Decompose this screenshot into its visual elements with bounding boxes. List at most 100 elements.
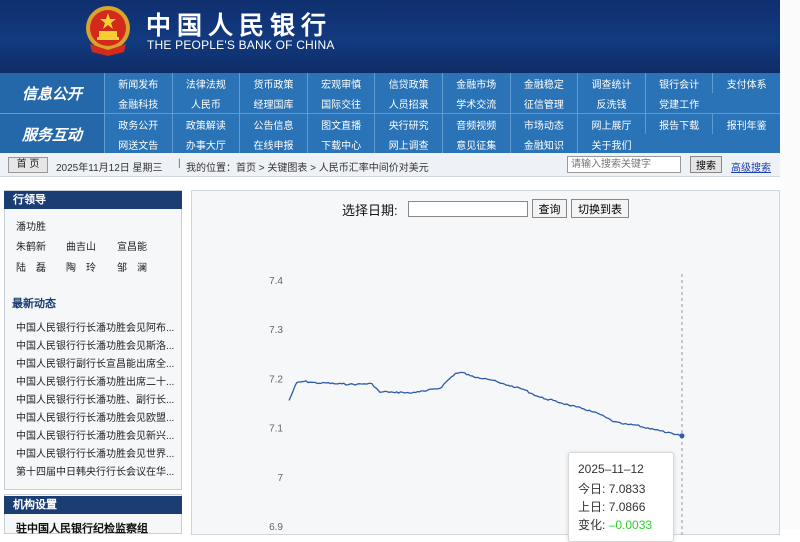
hover-point-marker — [679, 433, 685, 439]
nav-item-row2[interactable]: 音频视频 — [441, 114, 510, 134]
nav-item-row2[interactable]: 央行研究 — [374, 114, 442, 134]
main-navigation: 信息公开 新闻发布 法律法规 货币政策 宏观审慎 信贷政策 金融市场 金融稳定 调查统计 银行会… — [0, 73, 780, 154]
leader-name[interactable]: 曲吉山 — [66, 238, 96, 253]
switch-to-table-button[interactable]: 切换到表 — [571, 199, 629, 218]
news-item[interactable]: 第十四届中日韩央行行长会议在华... — [16, 463, 174, 478]
nav-item-row2[interactable]: 意见征集 — [441, 134, 510, 154]
y-tick-label: 6.9 — [269, 522, 283, 533]
nav-item-row2[interactable]: 政策解读 — [171, 114, 240, 134]
nav-item-row1[interactable]: 征信管理 — [509, 93, 578, 113]
leader-name[interactable]: 潘功胜 — [16, 218, 46, 233]
tooltip-prev: 上日: 7.0866 — [578, 498, 645, 515]
y-tick-label: 7 — [277, 473, 283, 484]
search-button[interactable]: 搜索 — [690, 156, 722, 173]
query-button[interactable]: 查询 — [532, 199, 567, 218]
nav-row-service: 服务互动 政务公开 政策解读 公告信息 图文直播 央行研究 音频视频 市场动态 网上展厅 报告下… — [0, 113, 780, 154]
nav-item-row1[interactable]: 银行会计 — [644, 73, 713, 93]
leader-name[interactable]: 陶 玲 — [66, 259, 96, 274]
news-item[interactable]: 中国人民银行行长潘功胜会见斯洛... — [16, 337, 174, 352]
date-select-label: 选择日期: — [342, 203, 398, 218]
nav-item-row1[interactable]: 新闻发布 — [104, 73, 172, 93]
exchange-rate-chart[interactable]: 6.9 7 7.1 7.2 7.3 7.4 — [191, 230, 780, 535]
tooltip-change-label: 变化: — [578, 518, 606, 532]
nav-item-row1[interactable]: 人员招录 — [374, 93, 442, 113]
nav-item-row2[interactable]: 政务公开 — [104, 114, 172, 134]
org-link[interactable]: 驻中国人民银行纪检监察组 — [16, 520, 148, 536]
news-item[interactable]: 中国人民银行行长潘功胜会见阿布... — [16, 319, 174, 334]
leader-name[interactable]: 朱鹤新 — [16, 238, 46, 253]
tooltip-prev-label: 上日: — [578, 500, 606, 514]
nav-item-row1[interactable]: 法律法规 — [171, 73, 240, 93]
breadcrumb: 我的位置：首页 > 关键图表 > 人民币汇率中间价对美元 — [186, 163, 429, 174]
nav-row-info: 信息公开 新闻发布 法律法规 货币政策 宏观审慎 信贷政策 金融市场 金融稳定 调查统计 银行会… — [0, 73, 780, 113]
tooltip-today-value: 7.0833 — [608, 482, 646, 496]
nav-item-row2[interactable]: 关于我们 — [577, 134, 645, 154]
home-button[interactable]: 首 页 — [8, 157, 48, 173]
tooltip-change-value: –0.0033 — [608, 518, 653, 532]
nav-cells-info: 新闻发布 法律法规 货币政策 宏观审慎 信贷政策 金融市场 金融稳定 调查统计 银行会计 支付体系… — [104, 73, 780, 113]
nav-item-row1[interactable]: 反洗钱 — [577, 93, 645, 113]
news-item[interactable]: 中国人民银行行长潘功胜会见欧盟... — [16, 409, 174, 424]
nav-item-row1[interactable]: 调查统计 — [577, 73, 645, 93]
y-tick-label: 7.1 — [269, 424, 283, 435]
national-emblem-icon — [86, 6, 130, 56]
nav-head-info[interactable]: 信息公开 — [0, 73, 104, 113]
current-date: 2025年11月12日 星期三 — [56, 163, 163, 174]
leader-name[interactable]: 宣昌能 — [117, 238, 147, 253]
leader-name[interactable]: 陆 磊 — [16, 259, 46, 274]
date-input[interactable] — [408, 201, 528, 217]
nav-item-row2[interactable]: 网上调查 — [374, 134, 442, 154]
nav-item-row2[interactable]: 图文直播 — [306, 114, 375, 134]
separator: | — [178, 158, 181, 169]
nav-item-row1[interactable]: 支付体系 — [712, 73, 780, 93]
nav-item-row2[interactable]: 金融知识 — [509, 134, 578, 154]
nav-item-row2[interactable]: 网上展厅 — [577, 114, 645, 134]
tooltip-today-label: 今日: — [578, 482, 606, 496]
nav-item-row2[interactable]: 在线申报 — [239, 134, 307, 154]
nav-item-row2[interactable]: 报刊年鉴 — [712, 114, 780, 134]
news-item[interactable]: 中国人民银行行长潘功胜、副行长... — [16, 391, 174, 406]
tooltip-today: 今日: 7.0833 — [578, 480, 645, 497]
nav-item-row1[interactable]: 信贷政策 — [374, 73, 442, 93]
org-heading: 机构设置 — [4, 496, 182, 514]
y-tick-label: 7.3 — [269, 325, 283, 336]
nav-item-row1[interactable]: 金融市场 — [441, 73, 510, 93]
y-tick-label: 7.2 — [269, 374, 283, 385]
nav-item-row2[interactable]: 办事大厅 — [171, 134, 240, 154]
page-margin — [780, 0, 800, 529]
tooltip-prev-value: 7.0866 — [608, 500, 646, 514]
nav-item-row2[interactable]: 市场动态 — [509, 114, 578, 134]
nav-head-service[interactable]: 服务互动 — [0, 114, 104, 154]
bank-title-english: THE PEOPLE'S BANK OF CHINA — [147, 38, 335, 52]
nav-item-row2[interactable]: 下载中心 — [306, 134, 375, 154]
nav-item-row1[interactable]: 宏观审慎 — [306, 73, 375, 93]
nav-item-row2[interactable]: 公告信息 — [239, 114, 307, 134]
tooltip-change: 变化: –0.0033 — [578, 516, 652, 533]
news-item[interactable]: 中国人民银行行长潘功胜出席二十... — [16, 373, 174, 388]
search-input[interactable] — [567, 156, 681, 173]
nav-item-row2[interactable]: 报告下载 — [644, 114, 713, 134]
nav-item-row1[interactable]: 金融科技 — [104, 93, 172, 113]
leader-name[interactable]: 邹 澜 — [117, 259, 147, 274]
header-banner: 中国人民银行 THE PEOPLE'S BANK OF CHINA — [0, 0, 780, 73]
nav-item-row2[interactable]: 网送文告 — [104, 134, 172, 154]
news-item[interactable]: 中国人民银行行长潘功胜会见世界... — [16, 445, 174, 460]
y-tick-label: 7.4 — [269, 276, 283, 287]
nav-item-row1[interactable]: 经理国库 — [239, 93, 307, 113]
advanced-search-link[interactable]: 高级搜索 — [731, 159, 771, 174]
nav-cells-service: 政务公开 政策解读 公告信息 图文直播 央行研究 音频视频 市场动态 网上展厅 报告下载 报刊年鉴… — [104, 114, 780, 154]
nav-item-row1[interactable]: 金融稳定 — [509, 73, 578, 93]
nav-item-row1[interactable]: 国际交往 — [306, 93, 375, 113]
bank-title-chinese: 中国人民银行 — [146, 11, 333, 40]
news-item[interactable]: 中国人民银行行长潘功胜会见新兴... — [16, 427, 174, 442]
leaders-heading: 行领导 — [4, 191, 182, 209]
nav-item-row1[interactable]: 党建工作 — [644, 93, 713, 113]
news-item[interactable]: 中国人民银行副行长宣昌能出席全... — [16, 355, 174, 370]
status-bar: 首 页 2025年11月12日 星期三 | 我的位置：首页 > 关键图表 > 人… — [0, 153, 780, 177]
rate-series-line[interactable] — [288, 371, 683, 437]
tooltip-date: 2025–11–12 — [578, 462, 644, 476]
nav-item-row1[interactable]: 学术交流 — [441, 93, 510, 113]
nav-item-row1[interactable]: 货币政策 — [239, 73, 307, 93]
news-heading: 最新动态 — [12, 298, 56, 310]
nav-item-row1[interactable]: 人民币 — [171, 93, 240, 113]
